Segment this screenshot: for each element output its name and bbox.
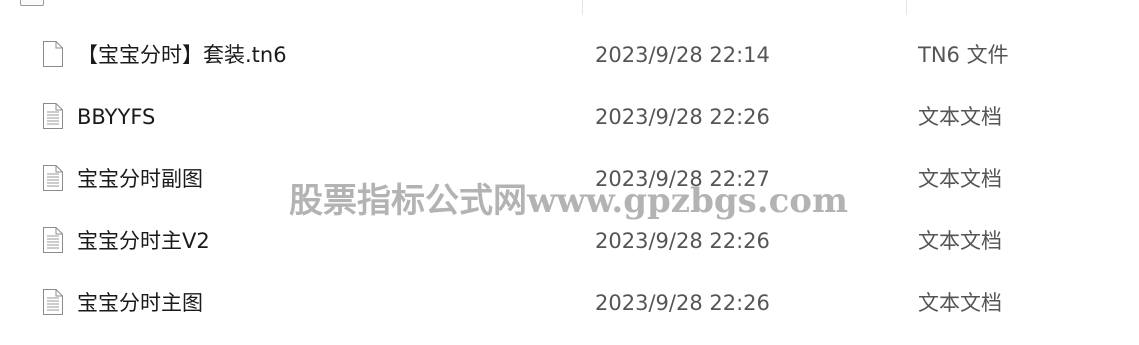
- file-type: 文本文档: [918, 291, 1002, 315]
- file-type: TN6 文件: [918, 43, 1009, 67]
- file-modified-date: 2023/9/28 22:26: [595, 105, 770, 129]
- file-modified-date: 2023/9/28 22:26: [595, 291, 770, 315]
- file-name: 宝宝分时副图: [77, 167, 203, 191]
- file-row[interactable]: 宝宝分时主图 2023/9/28 22:26 文本文档: [0, 272, 1139, 334]
- text-file-icon: [42, 164, 64, 192]
- file-name: 宝宝分时主图: [77, 291, 203, 315]
- file-type: 文本文档: [918, 229, 1002, 253]
- text-file-icon: [42, 102, 64, 130]
- column-divider[interactable]: [582, 0, 583, 15]
- text-file-icon: [42, 226, 64, 254]
- file-name: 【宝宝分时】套装.tn6: [77, 43, 287, 67]
- file-name: BBYYFS: [77, 105, 156, 129]
- file-modified-date: 2023/9/28 22:14: [595, 43, 770, 67]
- file-type: 文本文档: [918, 105, 1002, 129]
- file-row[interactable]: BBYYFS 2023/9/28 22:26 文本文档: [0, 86, 1139, 148]
- file-row[interactable]: 【宝宝分时】套装.tn6 2023/9/28 22:14 TN6 文件: [0, 24, 1139, 86]
- file-type: 文本文档: [918, 167, 1002, 191]
- watermark-text: 股票指标公式网www.gpzbgs.com: [289, 181, 848, 221]
- file-modified-date: 2023/9/28 22:26: [595, 229, 770, 253]
- file-icon: [20, 0, 44, 6]
- text-file-icon: [42, 288, 64, 316]
- column-divider[interactable]: [906, 0, 907, 15]
- previous-row-fragment: [0, 0, 1139, 16]
- blank-file-icon: [42, 40, 64, 68]
- file-list: 【宝宝分时】套装.tn6 2023/9/28 22:14 TN6 文件 BBYY…: [0, 24, 1139, 334]
- file-name: 宝宝分时主V2: [77, 229, 210, 253]
